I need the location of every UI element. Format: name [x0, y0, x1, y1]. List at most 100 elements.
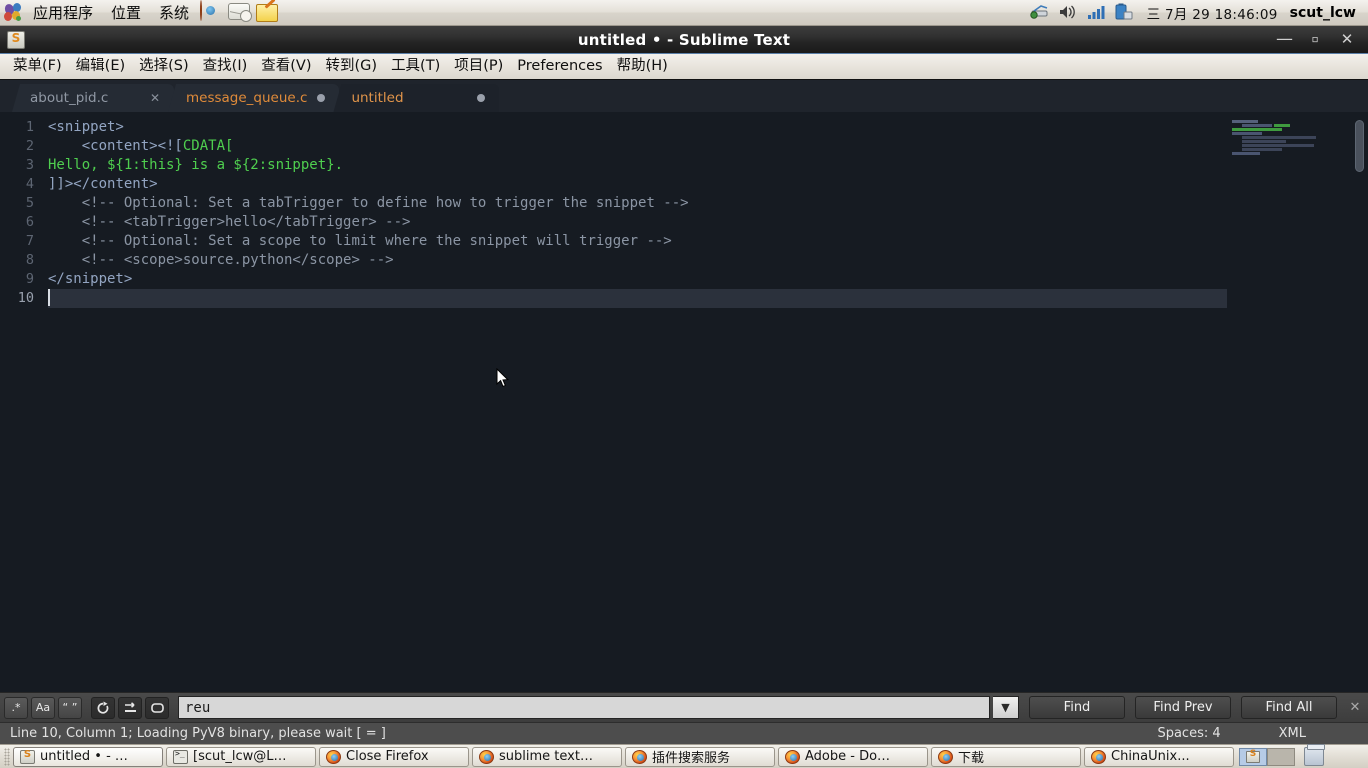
taskbar-grip[interactable]	[4, 747, 10, 766]
menu-bar: 菜单(F) 编辑(E) 选择(S) 查找(I) 查看(V) 转到(G) 工具(T…	[0, 54, 1368, 80]
case-sensitive-toggle[interactable]: Aa	[31, 696, 55, 719]
taskbar-item-adobe[interactable]: Adobe - Do…	[778, 746, 928, 767]
panel-menu-system[interactable]: 系统	[150, 1, 198, 25]
line-number: 2	[25, 138, 34, 154]
regex-toggle[interactable]: .*	[4, 696, 28, 719]
highlight-results-toggle[interactable]	[145, 696, 169, 719]
tab-message-queue-c[interactable]: message_queue.c	[168, 84, 340, 112]
taskbar-item-terminal[interactable]: [scut_lcw@L…	[166, 746, 316, 767]
sublime-text-window: untitled • - Sublime Text — ▫ ✕ 菜单(F) 编辑…	[0, 26, 1368, 744]
scrollbar-thumb[interactable]	[1355, 120, 1364, 172]
code-segment: <!-- Optional: Set a tabTrigger to defin…	[81, 195, 689, 211]
taskbar-item-plugin-search[interactable]: 插件搜索服务	[625, 746, 775, 767]
vertical-scrollbar[interactable]	[1353, 118, 1366, 692]
close-button[interactable]: ✕	[1340, 32, 1354, 47]
battery-icon[interactable]	[1113, 3, 1135, 23]
menu-item-selection[interactable]: 选择(S)	[132, 55, 196, 78]
taskbar-item-untitled[interactable]: untitled • - …	[13, 746, 163, 767]
menu-item-goto[interactable]: 转到(G)	[319, 55, 385, 78]
firefox-icon	[938, 749, 953, 764]
menu-item-tools[interactable]: 工具(T)	[384, 55, 447, 78]
volume-icon[interactable]	[1057, 3, 1079, 23]
in-selection-toggle[interactable]	[118, 696, 142, 719]
code-line: <!-- <tabTrigger>hello</tabTrigger> -->	[48, 213, 1222, 232]
panel-menu-places[interactable]: 位置	[102, 1, 150, 25]
syntax-setting[interactable]: XML	[1279, 726, 1306, 741]
menu-item-edit[interactable]: 编辑(E)	[69, 55, 132, 78]
workspace-switcher[interactable]	[1239, 747, 1295, 766]
menu-item-preferences[interactable]: Preferences	[510, 55, 609, 78]
code-segment: <snippet>	[48, 119, 124, 135]
menu-item-project[interactable]: 项目(P)	[447, 55, 510, 78]
menu-item-file[interactable]: 菜单(F)	[6, 55, 69, 78]
status-message: Line 10, Column 1; Loading PyV8 binary, …	[10, 726, 386, 741]
firefox-icon	[632, 749, 647, 764]
code-segment: CDATA[	[182, 138, 234, 154]
taskbar-item-label: [scut_lcw@L…	[193, 749, 287, 764]
sublime-icon	[20, 749, 35, 764]
mail-icon[interactable]	[228, 1, 253, 25]
menu-item-view[interactable]: 查看(V)	[254, 55, 318, 78]
code-line: <!-- <scope>source.python</scope> -->	[48, 251, 1222, 270]
code-editor[interactable]: 1 2 3 4 5 6 7 8 9 10 <snippet> <content>…	[0, 112, 1368, 692]
workspace-1[interactable]	[1239, 747, 1267, 766]
panel-username[interactable]: scut_lcw	[1290, 5, 1360, 21]
chevron-down-icon[interactable]: ▼	[993, 696, 1019, 719]
signal-icon[interactable]	[1085, 3, 1107, 23]
taskbar-item-sublime-text[interactable]: sublime text…	[472, 746, 622, 767]
tab-label: untitled	[351, 90, 404, 106]
taskbar-item-label: 下载	[958, 751, 985, 766]
gnome-foot-icon[interactable]	[3, 2, 24, 23]
close-icon[interactable]: ✕	[150, 91, 160, 105]
notepad-icon[interactable]	[256, 1, 280, 25]
line-number: 5	[25, 195, 34, 211]
line-number: 4	[25, 176, 34, 192]
code-segment: <!-- Optional: Set a scope to limit wher…	[81, 233, 672, 249]
indent-setting[interactable]: Spaces: 4	[1157, 726, 1220, 741]
code-lines[interactable]: <snippet> <content><![CDATA[ Hello, ${1:…	[48, 118, 1227, 308]
terminal-icon	[173, 749, 188, 764]
trash-icon[interactable]	[1304, 744, 1325, 766]
minimize-button[interactable]: —	[1276, 31, 1293, 48]
taskbar-item-label: 插件搜索服务	[652, 751, 731, 766]
line-number: 8	[25, 252, 34, 268]
menu-item-find[interactable]: 查找(I)	[196, 55, 255, 78]
code-segment: </snippet>	[48, 271, 133, 287]
firefox-icon[interactable]	[200, 0, 224, 25]
desktop-top-panel: 应用程序 位置 系统 三 7月 29 18:46:09 scut_lcw	[0, 0, 1368, 26]
line-number: 9	[25, 271, 34, 287]
code-line-active	[48, 289, 1227, 308]
panel-clock[interactable]: 三 7月 29 18:46:09	[1141, 3, 1284, 23]
network-icon[interactable]	[1029, 3, 1051, 23]
code-segment: </content>	[73, 176, 158, 192]
whole-word-toggle[interactable]: “ ”	[58, 696, 82, 719]
find-all-button[interactable]: Find All	[1241, 696, 1337, 719]
tab-untitled[interactable]: untitled	[333, 84, 500, 112]
code-segment: ]]>	[48, 176, 74, 192]
maximize-button[interactable]: ▫	[1308, 33, 1322, 46]
tab-about-pid-c[interactable]: about_pid.c ✕	[12, 84, 174, 112]
taskbar-item-chinaunix[interactable]: ChinaUnix...	[1084, 746, 1234, 767]
find-panel: .* Aa “ ” reu ▼ Find Find Prev Find All …	[0, 692, 1368, 722]
tab-bar: about_pid.c ✕ message_queue.c untitled	[0, 80, 1368, 112]
window-titlebar: untitled • - Sublime Text — ▫ ✕	[0, 26, 1368, 54]
unsaved-dot-icon[interactable]	[477, 94, 486, 102]
minimap[interactable]	[1232, 120, 1350, 240]
close-icon[interactable]: ✕	[1346, 700, 1364, 715]
taskbar-item-downloads[interactable]: 下载	[931, 746, 1081, 767]
code-segment: Hello, ${1:this} is a ${2:snippet}.	[48, 157, 344, 173]
find-button[interactable]: Find	[1029, 696, 1125, 719]
taskbar-item-label: untitled • - …	[40, 749, 128, 764]
workspace-2[interactable]	[1267, 747, 1295, 766]
panel-menu-applications[interactable]: 应用程序	[24, 1, 102, 25]
taskbar-item-close-firefox[interactable]: Close Firefox	[319, 746, 469, 767]
firefox-icon	[326, 749, 341, 764]
unsaved-dot-icon[interactable]	[317, 94, 326, 102]
search-input[interactable]: reu	[178, 696, 990, 719]
taskbar-item-label: ChinaUnix...	[1111, 749, 1190, 764]
find-prev-button[interactable]: Find Prev	[1135, 696, 1231, 719]
firefox-icon	[785, 749, 800, 764]
desktop-taskbar: untitled • - … [scut_lcw@L… Close Firefo…	[0, 744, 1368, 768]
menu-item-help[interactable]: 帮助(H)	[610, 55, 675, 78]
wrap-toggle[interactable]	[91, 696, 115, 719]
